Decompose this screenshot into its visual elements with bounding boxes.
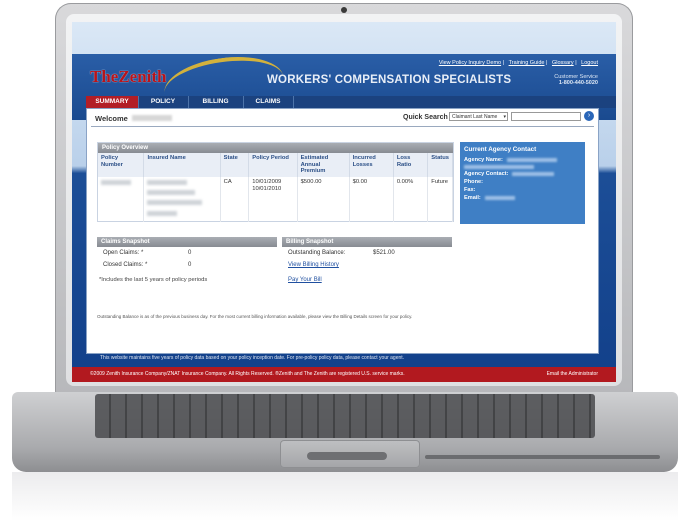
outstanding-balance-label: Outstanding Balance: <box>288 250 346 256</box>
cell-insured-name <box>143 176 221 222</box>
link-training-guide[interactable]: Training Guide <box>509 60 545 66</box>
site-tagline: WORKERS' COMPENSATION SPECIALISTS <box>267 74 512 86</box>
claims-snapshot-title: Claims Snapshot <box>97 237 277 247</box>
cell-state: CA <box>220 176 250 222</box>
outstanding-balance-value: $521.00 <box>373 250 395 256</box>
keyboard <box>95 394 595 438</box>
laptop-reflection <box>12 472 678 521</box>
cell-loss-ratio: 0.00% <box>393 176 429 222</box>
closed-claims-row: Closed Claims: * 0 <box>97 259 277 271</box>
divider <box>91 126 594 127</box>
link-glossary[interactable]: Glossary <box>552 60 574 66</box>
link-logout[interactable]: Logout <box>581 60 598 66</box>
cell-losses: $0.00 <box>349 176 394 222</box>
policy-overview-panel: Policy Overview Policy Number Insured Na… <box>97 142 454 222</box>
quick-search-label: Quick Search <box>403 114 448 121</box>
cell-status: Future <box>427 176 453 222</box>
tab-claims[interactable]: CLAIMS <box>243 96 294 108</box>
customer-service-phone: 1-800-440-5020 <box>558 80 598 86</box>
policy-table: Policy Number Insured Name State Policy … <box>98 153 453 222</box>
agency-fax-row: Fax: <box>460 186 585 194</box>
disc-slot <box>425 455 660 459</box>
open-claims-value: 0 <box>188 250 192 256</box>
policy-overview-title: Policy Overview <box>98 143 453 153</box>
footer-copyright: ©2009 Zenith Insurance Company/ZNAT Insu… <box>90 371 405 377</box>
tab-billing[interactable]: BILLING <box>188 96 244 108</box>
search-go-button[interactable]: › <box>584 111 594 121</box>
agency-contact-panel: Current Agency Contact Agency Name: Agen… <box>460 142 585 224</box>
agency-contact-row: Agency Contact: <box>460 170 585 178</box>
billing-snapshot-title: Billing Snapshot <box>282 237 452 247</box>
welcome-label: Welcome <box>95 114 128 123</box>
agency-fax-label: Fax: <box>464 187 476 193</box>
email-admin-link[interactable]: Email the Administrator <box>547 367 598 382</box>
claims-footnote: *Includes the last 5 years of policy per… <box>99 277 208 283</box>
col-status[interactable]: Status <box>427 153 453 177</box>
laptop-latch <box>307 452 387 460</box>
quick-search-type-select[interactable]: Claimant Last Name ▾ <box>449 112 508 121</box>
agency-name-row: Agency Name: <box>460 156 585 164</box>
site-footer: ©2009 Zenith Insurance Company/ZNAT Insu… <box>72 367 616 382</box>
quick-search-input[interactable] <box>511 112 581 121</box>
table-row[interactable]: CA 10/01/2009 10/01/2010 $500.00 $0.00 0… <box>98 176 453 222</box>
col-insured-name[interactable]: Insured Name <box>143 153 221 177</box>
col-policy-number[interactable]: Policy Number <box>98 153 145 177</box>
agency-email-row: Email: <box>460 194 585 202</box>
quick-search-type-value: Claimant Last Name <box>452 114 498 120</box>
tab-policy[interactable]: POLICY <box>138 96 189 108</box>
col-incurred-losses[interactable]: Incurred Losses <box>349 153 394 177</box>
data-disclaimer: This website maintains five years of pol… <box>100 355 405 361</box>
cell-policy-period: 10/01/2009 10/01/2010 <box>248 176 298 222</box>
closed-claims-label: Closed Claims: * <box>103 262 148 268</box>
agency-contact-title: Current Agency Contact <box>464 146 537 153</box>
agency-phone-label: Phone: <box>464 179 483 185</box>
agency-phone-row: Phone: <box>460 178 585 186</box>
col-estimated-premium[interactable]: Estimated Annual Premium <box>297 153 350 177</box>
billing-snapshot-panel: Billing Snapshot Outstanding Balance: $5… <box>282 237 452 286</box>
main-nav: SUMMARY POLICY BILLING CLAIMS <box>86 96 616 108</box>
outstanding-balance-row: Outstanding Balance: $521.00 <box>282 247 452 259</box>
welcome-name-redacted <box>132 115 172 121</box>
link-policy-inquiry-demo[interactable]: View Policy Inquiry Demo <box>439 60 501 66</box>
main-content: Welcome Quick Search Claimant Last Name … <box>86 108 599 354</box>
col-state[interactable]: State <box>220 153 250 177</box>
cell-policy-number[interactable] <box>98 176 145 222</box>
open-claims-label: Open Claims: * <box>103 250 144 256</box>
tab-summary[interactable]: SUMMARY <box>86 96 139 108</box>
agency-email-label: Email: <box>464 195 481 201</box>
zenith-logo[interactable]: TheZenith <box>90 67 167 87</box>
arrow-right-icon: › <box>587 112 591 119</box>
screen: TheZenith WORKERS' COMPENSATION SPECIALI… <box>72 22 616 382</box>
closed-claims-value: 0 <box>188 262 192 268</box>
cell-premium: $500.00 <box>297 176 350 222</box>
col-loss-ratio[interactable]: Loss Ratio <box>393 153 429 177</box>
claims-snapshot-panel: Claims Snapshot Open Claims: * 0 Closed … <box>97 237 277 283</box>
table-header-row: Policy Number Insured Name State Policy … <box>98 153 453 177</box>
top-links: View Policy Inquiry Demo | Training Guid… <box>438 60 598 66</box>
camera-icon <box>341 7 347 13</box>
customer-service: Customer Service 1-800-440-5020 <box>554 74 598 86</box>
agency-name-label: Agency Name: <box>464 157 503 163</box>
agency-contact-label: Agency Contact: <box>464 171 509 177</box>
open-claims-row: Open Claims: * 0 <box>97 247 277 259</box>
pay-your-bill-link[interactable]: Pay Your Bill <box>282 271 452 286</box>
col-policy-period[interactable]: Policy Period <box>248 153 298 177</box>
view-billing-history-link[interactable]: View Billing History <box>282 259 452 271</box>
balance-note: Outstanding Balance is as of the previou… <box>97 314 413 319</box>
chevron-down-icon: ▾ <box>503 114 506 120</box>
